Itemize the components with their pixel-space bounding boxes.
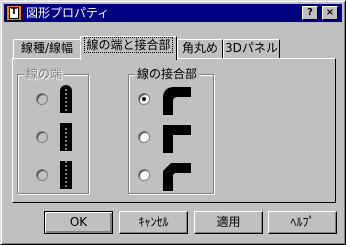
- miter-join-preview: [163, 125, 191, 153]
- round-join-preview: [163, 87, 191, 115]
- tab-round-corners[interactable]: 角丸め: [177, 39, 223, 58]
- flat-end-preview: [60, 161, 72, 189]
- join-round-radio[interactable]: [138, 93, 150, 105]
- window-title: 図形プロパティ: [26, 6, 110, 20]
- tab-label: 線種/線幅: [20, 41, 74, 55]
- line-end-group-label: 線の端: [24, 67, 65, 81]
- close-button[interactable]: ×: [322, 6, 338, 20]
- tab-label: 線の端と接合部: [84, 37, 173, 53]
- tab-line-style[interactable]: 線種/線幅: [13, 39, 81, 58]
- help-button[interactable]: ﾍﾙﾌﾟ: [268, 211, 337, 234]
- join-group-label: 線の接合部: [135, 67, 200, 81]
- help-title-button[interactable]: ?: [302, 6, 318, 20]
- line-end-square-radio[interactable]: [36, 131, 48, 143]
- radio-selected-dot: [142, 97, 146, 101]
- app-icon[interactable]: T: [6, 5, 22, 21]
- tab-label: 角丸め: [181, 41, 218, 55]
- title-bar[interactable]: T 図形プロパティ ? ×: [4, 4, 342, 22]
- tab-panel: 線の端 線の接合部: [12, 58, 336, 203]
- line-end-round-radio[interactable]: [36, 93, 48, 105]
- cancel-button[interactable]: ｷｬﾝｾﾙ: [119, 211, 188, 234]
- dialog-window: T 図形プロパティ ? × 線種/線幅 線の端と接合部 角丸め 3Dパネル 線の…: [0, 0, 346, 245]
- square-end-preview: [60, 123, 72, 151]
- tab-3d-panel[interactable]: 3Dパネル: [223, 39, 280, 58]
- line-end-flat-radio[interactable]: [36, 169, 48, 181]
- ok-button[interactable]: OK: [44, 211, 113, 234]
- tab-label: 3Dパネル: [225, 41, 278, 55]
- apply-button[interactable]: 適用: [194, 211, 263, 234]
- bevel-join-preview: [163, 163, 191, 191]
- app-icon-glyph: T: [9, 7, 19, 19]
- round-end-preview: [60, 85, 72, 113]
- line-end-group: 線の端: [17, 67, 89, 194]
- join-bevel-radio[interactable]: [138, 169, 150, 181]
- tab-line-end-join[interactable]: 線の端と接合部: [80, 36, 177, 60]
- join-miter-radio[interactable]: [138, 131, 150, 143]
- join-group: 線の接合部: [128, 67, 214, 194]
